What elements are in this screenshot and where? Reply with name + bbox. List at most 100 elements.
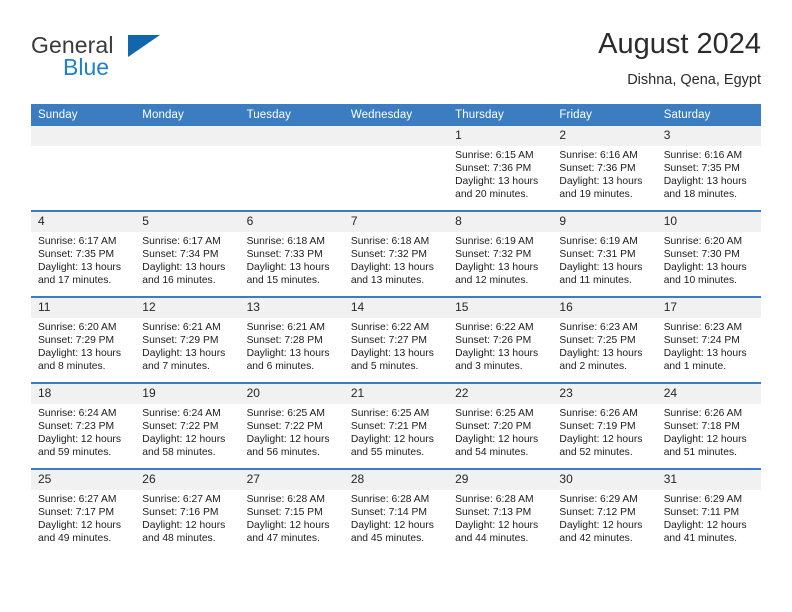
calendar-day-cell[interactable]: 10 Sunrise: 6:20 AM Sunset: 7:30 PM Dayligh… — [656, 210, 761, 297]
calendar-day-cell[interactable]: 15 Sunrise: 6:22 AM Sunset: 7:26 PM Dayligh… — [448, 296, 553, 383]
day-details: Sunrise: 6:16 AM Sunset: 7:35 PM Daylight:… — [657, 146, 761, 202]
sunrise-text: Sunrise: 6:27 AM — [142, 494, 221, 505]
page-header: General Blue August 2024 Dishna, Qena, E… — [31, 26, 761, 98]
sunset-text: Sunset: 7:15 PM — [246, 506, 323, 518]
sunset-text: Sunset: 7:33 PM — [246, 248, 323, 260]
day-number: 21 — [343, 384, 449, 404]
sunrise-text: Sunrise: 6:20 AM — [663, 236, 743, 247]
daylight-text: Daylight: 13 hours and 5 minutes. — [350, 347, 434, 372]
day-number: 3 — [656, 126, 761, 146]
calendar-day-cell[interactable]: 7 Sunrise: 6:18 AM Sunset: 7:32 PM Daylight… — [343, 210, 449, 297]
calendar-day-cell[interactable]: 18 Sunrise: 6:24 AM Sunset: 7:23 PM Dayligh… — [31, 382, 136, 469]
sunrise-text: Sunrise: 6:28 AM — [455, 494, 534, 505]
calendar-day-cell[interactable]: 26 Sunrise: 6:27 AM Sunset: 7:16 PM Dayligh… — [135, 468, 240, 554]
calendar-week-row: 11 Sunrise: 6:20 AM Sunset: 7:29 PM Dayligh… — [31, 296, 761, 383]
sunset-text: Sunset: 7:25 PM — [559, 334, 636, 346]
calendar-day-cell[interactable]: 23 Sunrise: 6:26 AM Sunset: 7:19 PM Dayligh… — [552, 382, 657, 469]
day-details: Sunrise: 6:17 AM Sunset: 7:34 PM Daylight:… — [135, 232, 239, 288]
sunrise-text: Sunrise: 6:26 AM — [663, 408, 743, 419]
daylight-text: Daylight: 13 hours and 13 minutes. — [350, 261, 434, 286]
sunset-text: Sunset: 7:19 PM — [559, 420, 636, 432]
sunrise-text: Sunrise: 6:17 AM — [38, 236, 117, 247]
calendar-day-cell[interactable]: 11 Sunrise: 6:20 AM Sunset: 7:29 PM Dayligh… — [31, 296, 136, 383]
page-title: August 2024 — [598, 28, 761, 60]
day-details: Sunrise: 6:24 AM Sunset: 7:22 PM Daylight:… — [135, 404, 239, 460]
day-number: 12 — [135, 298, 240, 318]
calendar-day-cell[interactable]: 30 Sunrise: 6:29 AM Sunset: 7:12 PM Dayligh… — [552, 468, 657, 554]
calendar-day-cell[interactable]: 25 Sunrise: 6:27 AM Sunset: 7:17 PM Dayligh… — [31, 468, 136, 554]
daylight-text: Daylight: 12 hours and 47 minutes. — [246, 519, 330, 544]
calendar-day-cell-empty — [135, 126, 240, 211]
weekday-header-tuesday: Tuesday — [239, 104, 344, 126]
sunset-text: Sunset: 7:32 PM — [350, 248, 427, 260]
sunset-text: Sunset: 7:34 PM — [142, 248, 219, 260]
calendar-day-cell[interactable]: 3 Sunrise: 6:16 AM Sunset: 7:35 PM Daylight… — [656, 126, 761, 211]
day-number: 26 — [135, 470, 240, 490]
calendar-day-cell[interactable]: 12 Sunrise: 6:21 AM Sunset: 7:29 PM Dayligh… — [135, 296, 240, 383]
calendar-day-cell[interactable]: 8 Sunrise: 6:19 AM Sunset: 7:32 PM Daylight… — [448, 210, 553, 297]
day-number: 29 — [448, 470, 553, 490]
calendar-day-cell[interactable]: 28 Sunrise: 6:28 AM Sunset: 7:14 PM Dayligh… — [343, 468, 449, 554]
day-details: Sunrise: 6:15 AM Sunset: 7:36 PM Daylight:… — [448, 146, 552, 202]
calendar-day-cell[interactable]: 20 Sunrise: 6:25 AM Sunset: 7:22 PM Dayligh… — [239, 382, 344, 469]
calendar-day-cell[interactable]: 5 Sunrise: 6:17 AM Sunset: 7:34 PM Daylight… — [135, 210, 240, 297]
sunset-text: Sunset: 7:16 PM — [142, 506, 219, 518]
sunset-text: Sunset: 7:36 PM — [559, 162, 636, 174]
calendar-day-cell[interactable]: 9 Sunrise: 6:19 AM Sunset: 7:31 PM Daylight… — [552, 210, 657, 297]
day-details: Sunrise: 6:26 AM Sunset: 7:19 PM Daylight:… — [552, 404, 656, 460]
daylight-text: Daylight: 13 hours and 11 minutes. — [559, 261, 643, 286]
daylight-text: Daylight: 13 hours and 1 minute. — [663, 347, 747, 372]
sunrise-text: Sunrise: 6:21 AM — [142, 322, 221, 333]
calendar-day-cell[interactable]: 31 Sunrise: 6:29 AM Sunset: 7:11 PM Dayligh… — [656, 468, 761, 554]
calendar-day-cell[interactable]: 19 Sunrise: 6:24 AM Sunset: 7:22 PM Dayligh… — [135, 382, 240, 469]
sunrise-text: Sunrise: 6:22 AM — [350, 322, 430, 333]
triangle-logo-icon — [128, 35, 160, 57]
day-number: 18 — [31, 384, 136, 404]
location-subtitle: Dishna, Qena, Egypt — [627, 72, 761, 88]
day-number: 28 — [343, 470, 449, 490]
weekday-header-friday: Friday — [552, 104, 657, 126]
calendar-day-cell[interactable]: 2 Sunrise: 6:16 AM Sunset: 7:36 PM Daylight… — [552, 126, 657, 211]
brand-logo[interactable]: General Blue — [31, 32, 251, 92]
calendar-day-cell[interactable]: 1 Sunrise: 6:15 AM Sunset: 7:36 PM Daylight… — [448, 126, 553, 211]
day-details: Sunrise: 6:24 AM Sunset: 7:23 PM Daylight:… — [31, 404, 135, 460]
calendar-day-cell[interactable]: 29 Sunrise: 6:28 AM Sunset: 7:13 PM Dayligh… — [448, 468, 553, 554]
calendar-day-cell[interactable]: 24 Sunrise: 6:26 AM Sunset: 7:18 PM Dayligh… — [656, 382, 761, 469]
sunrise-text: Sunrise: 6:20 AM — [38, 322, 117, 333]
calendar-day-cell[interactable]: 14 Sunrise: 6:22 AM Sunset: 7:27 PM Dayligh… — [343, 296, 449, 383]
day-details: Sunrise: 6:22 AM Sunset: 7:26 PM Daylight:… — [448, 318, 552, 374]
calendar-day-cell[interactable]: 4 Sunrise: 6:17 AM Sunset: 7:35 PM Daylight… — [31, 210, 136, 297]
daylight-text: Daylight: 12 hours and 49 minutes. — [38, 519, 121, 544]
day-number: 19 — [135, 384, 240, 404]
sunrise-text: Sunrise: 6:26 AM — [559, 408, 638, 419]
sunset-text: Sunset: 7:20 PM — [455, 420, 532, 432]
day-details: Sunrise: 6:28 AM Sunset: 7:15 PM Daylight:… — [240, 490, 344, 546]
daylight-text: Daylight: 13 hours and 2 minutes. — [559, 347, 643, 372]
calendar-day-cell[interactable]: 27 Sunrise: 6:28 AM Sunset: 7:15 PM Dayligh… — [239, 468, 344, 554]
daylight-text: Daylight: 12 hours and 45 minutes. — [350, 519, 434, 544]
calendar-day-cell[interactable]: 17 Sunrise: 6:23 AM Sunset: 7:24 PM Dayligh… — [656, 296, 761, 383]
sunrise-text: Sunrise: 6:15 AM — [455, 150, 534, 161]
day-details: Sunrise: 6:17 AM Sunset: 7:35 PM Daylight:… — [31, 232, 135, 288]
day-number: 7 — [343, 212, 449, 232]
calendar-day-cell[interactable]: 22 Sunrise: 6:25 AM Sunset: 7:20 PM Dayligh… — [448, 382, 553, 469]
weekday-header-wednesday: Wednesday — [343, 104, 449, 126]
sunrise-text: Sunrise: 6:16 AM — [663, 150, 743, 161]
day-details: Sunrise: 6:27 AM Sunset: 7:16 PM Daylight:… — [135, 490, 239, 546]
calendar-week-row: 1 Sunrise: 6:15 AM Sunset: 7:36 PM Daylight… — [31, 126, 761, 211]
sunset-text: Sunset: 7:23 PM — [38, 420, 115, 432]
calendar-day-cell[interactable]: 21 Sunrise: 6:25 AM Sunset: 7:21 PM Dayligh… — [343, 382, 449, 469]
calendar-day-cell[interactable]: 16 Sunrise: 6:23 AM Sunset: 7:25 PM Dayligh… — [552, 296, 657, 383]
sunset-text: Sunset: 7:35 PM — [38, 248, 115, 260]
day-details: Sunrise: 6:25 AM Sunset: 7:22 PM Daylight:… — [240, 404, 344, 460]
calendar-grid: Sunday Monday Tuesday Wednesday Thursday… — [31, 104, 761, 554]
sunrise-text: Sunrise: 6:25 AM — [246, 408, 325, 419]
calendar-day-cell[interactable]: 13 Sunrise: 6:21 AM Sunset: 7:28 PM Dayligh… — [239, 296, 344, 383]
daylight-text: Daylight: 13 hours and 17 minutes. — [38, 261, 121, 286]
daylight-text: Daylight: 13 hours and 10 minutes. — [663, 261, 747, 286]
day-number: 11 — [31, 298, 136, 318]
calendar-day-cell[interactable]: 6 Sunrise: 6:18 AM Sunset: 7:33 PM Daylight… — [239, 210, 344, 297]
day-details: Sunrise: 6:21 AM Sunset: 7:28 PM Daylight:… — [240, 318, 344, 374]
sunset-text: Sunset: 7:30 PM — [663, 248, 740, 260]
day-number: 8 — [448, 212, 553, 232]
